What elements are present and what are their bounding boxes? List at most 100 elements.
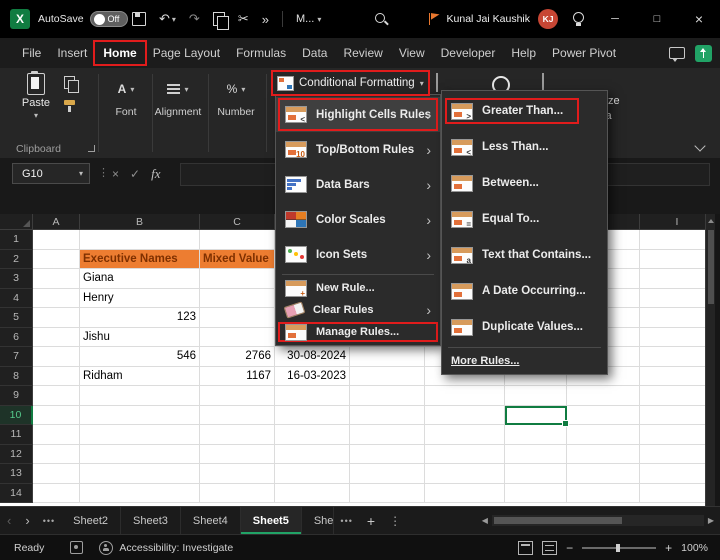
cell-A4[interactable] xyxy=(33,288,80,308)
share-icon[interactable] xyxy=(695,44,712,62)
menu-item-icon-sets[interactable]: Icon Sets xyxy=(276,237,440,272)
cell-H10[interactable] xyxy=(567,405,640,425)
tab-file[interactable]: File xyxy=(14,41,49,65)
copy-icon[interactable] xyxy=(212,12,229,30)
tab-view[interactable]: View xyxy=(391,41,433,65)
cell-C1[interactable] xyxy=(200,230,275,250)
row-header-4[interactable]: 4 xyxy=(0,288,33,308)
scroll-right-icon[interactable]: ▶ xyxy=(708,516,714,525)
sheet-tab-sheet5[interactable]: Sheet5 xyxy=(240,507,302,534)
cell-C7[interactable]: 2766 xyxy=(200,347,275,367)
cell-E11[interactable] xyxy=(350,425,425,445)
sheet-options-kebab-icon[interactable]: ⋮ xyxy=(383,514,407,528)
sheet-overflow-left-icon[interactable]: ••• xyxy=(37,516,61,526)
zoom-in-icon[interactable]: + xyxy=(665,541,672,555)
paste-button[interactable]: Paste ▾ xyxy=(14,71,58,139)
enter-icon[interactable]: ✓ xyxy=(130,167,140,181)
cell-D11[interactable] xyxy=(275,425,350,445)
cell-B13[interactable] xyxy=(80,464,200,484)
zoom-slider-thumb[interactable] xyxy=(616,543,621,552)
autosave-toggle[interactable]: Off xyxy=(89,11,128,27)
user-name[interactable]: Kunal Jai Kaushik xyxy=(447,13,530,25)
cell-H14[interactable] xyxy=(567,483,640,503)
avatar[interactable]: KJ xyxy=(538,9,558,29)
minimize-button[interactable]: ─ xyxy=(594,0,636,38)
cell-I13[interactable] xyxy=(640,464,715,484)
save-icon[interactable] xyxy=(132,12,146,26)
cell-B14[interactable] xyxy=(80,483,200,503)
cell-E9[interactable] xyxy=(350,386,425,406)
cell-D10[interactable] xyxy=(275,405,350,425)
cell-A7[interactable] xyxy=(33,347,80,367)
row-header-11[interactable]: 11 xyxy=(0,425,33,445)
cell-B9[interactable] xyxy=(80,386,200,406)
tab-formulas[interactable]: Formulas xyxy=(228,41,294,65)
cell-G12[interactable] xyxy=(505,444,567,464)
cell-I11[interactable] xyxy=(640,425,715,445)
cell-B3[interactable]: Giana xyxy=(80,269,200,289)
number-group-button[interactable]: % ▾ Number xyxy=(210,78,262,118)
coming-soon-flag-icon[interactable] xyxy=(428,13,440,25)
cell-I10[interactable] xyxy=(640,405,715,425)
cell-C9[interactable] xyxy=(200,386,275,406)
submenu-item-less-than[interactable]: < Less Than... xyxy=(442,129,607,165)
cell-F12[interactable] xyxy=(425,444,505,464)
sheet-nav-right-icon[interactable]: › xyxy=(18,513,36,528)
horizontal-scrollbar[interactable]: ◀ ▶ xyxy=(482,515,714,526)
menu-item-manage-rules[interactable]: Manage Rules... xyxy=(276,321,440,343)
submenu-item-text-that-contains[interactable]: a Text that Contains... xyxy=(442,237,607,273)
cell-D13[interactable] xyxy=(275,464,350,484)
more-menu-button[interactable]: M... ▾ xyxy=(296,13,321,25)
vertical-scrollbar[interactable] xyxy=(705,214,715,506)
cell-F13[interactable] xyxy=(425,464,505,484)
submenu-item-between[interactable]: Between... xyxy=(442,165,607,201)
menu-item-color-scales[interactable]: Color Scales xyxy=(276,202,440,237)
tab-help[interactable]: Help xyxy=(503,41,544,65)
tab-home[interactable]: Home xyxy=(93,40,148,66)
cell-C12[interactable] xyxy=(200,444,275,464)
cell-G11[interactable] xyxy=(505,425,567,445)
cell-I6[interactable] xyxy=(640,327,715,347)
zoom-out-icon[interactable]: − xyxy=(566,541,573,555)
font-group-button[interactable]: A ▾ Font xyxy=(100,78,152,118)
cell-I7[interactable] xyxy=(640,347,715,367)
cell-A11[interactable] xyxy=(33,425,80,445)
cell-F10[interactable] xyxy=(425,405,505,425)
cell-D12[interactable] xyxy=(275,444,350,464)
cell-B1[interactable] xyxy=(80,230,200,250)
cell-C8[interactable]: 1167 xyxy=(200,366,275,386)
cell-E13[interactable] xyxy=(350,464,425,484)
undo-button[interactable]: ↶ ▾ xyxy=(159,11,176,27)
horizontal-scroll-track[interactable] xyxy=(491,515,704,526)
cell-C11[interactable] xyxy=(200,425,275,445)
menu-item-clear-rules[interactable]: Clear Rules xyxy=(276,299,440,321)
cell-B5[interactable]: 123 xyxy=(80,308,200,328)
submenu-item-duplicate-values[interactable]: Duplicate Values... xyxy=(442,309,607,345)
cell-C6[interactable] xyxy=(200,327,275,347)
cell-I9[interactable] xyxy=(640,386,715,406)
cell-C2[interactable]: Mixed Value xyxy=(200,249,275,269)
zoom-level[interactable]: 100% xyxy=(681,542,708,554)
row-header-7[interactable]: 7 xyxy=(0,347,33,367)
cell-A12[interactable] xyxy=(33,444,80,464)
cut-icon[interactable]: ✂ xyxy=(238,11,249,27)
column-header-C[interactable]: C xyxy=(200,214,275,230)
cell-A10[interactable] xyxy=(33,405,80,425)
select-all-corner[interactable] xyxy=(0,214,33,230)
row-header-3[interactable]: 3 xyxy=(0,269,33,289)
close-button[interactable]: × xyxy=(678,0,720,38)
accessibility-status[interactable]: Accessibility: Investigate xyxy=(119,542,233,554)
row-header-12[interactable]: 12 xyxy=(0,444,33,464)
cell-A3[interactable] xyxy=(33,269,80,289)
redo-icon[interactable]: ↷ xyxy=(189,11,200,27)
cell-H13[interactable] xyxy=(567,464,640,484)
submenu-item-more-rules[interactable]: More Rules... xyxy=(442,350,607,372)
cell-D9[interactable] xyxy=(275,386,350,406)
cell-B10[interactable] xyxy=(80,405,200,425)
search-icon[interactable] xyxy=(375,13,388,26)
row-header-10[interactable]: 10 xyxy=(0,405,33,425)
row-header-8[interactable]: 8 xyxy=(0,366,33,386)
row-header-2[interactable]: 2 xyxy=(0,249,33,269)
cell-C10[interactable] xyxy=(200,405,275,425)
tab-developer[interactable]: Developer xyxy=(433,41,504,65)
